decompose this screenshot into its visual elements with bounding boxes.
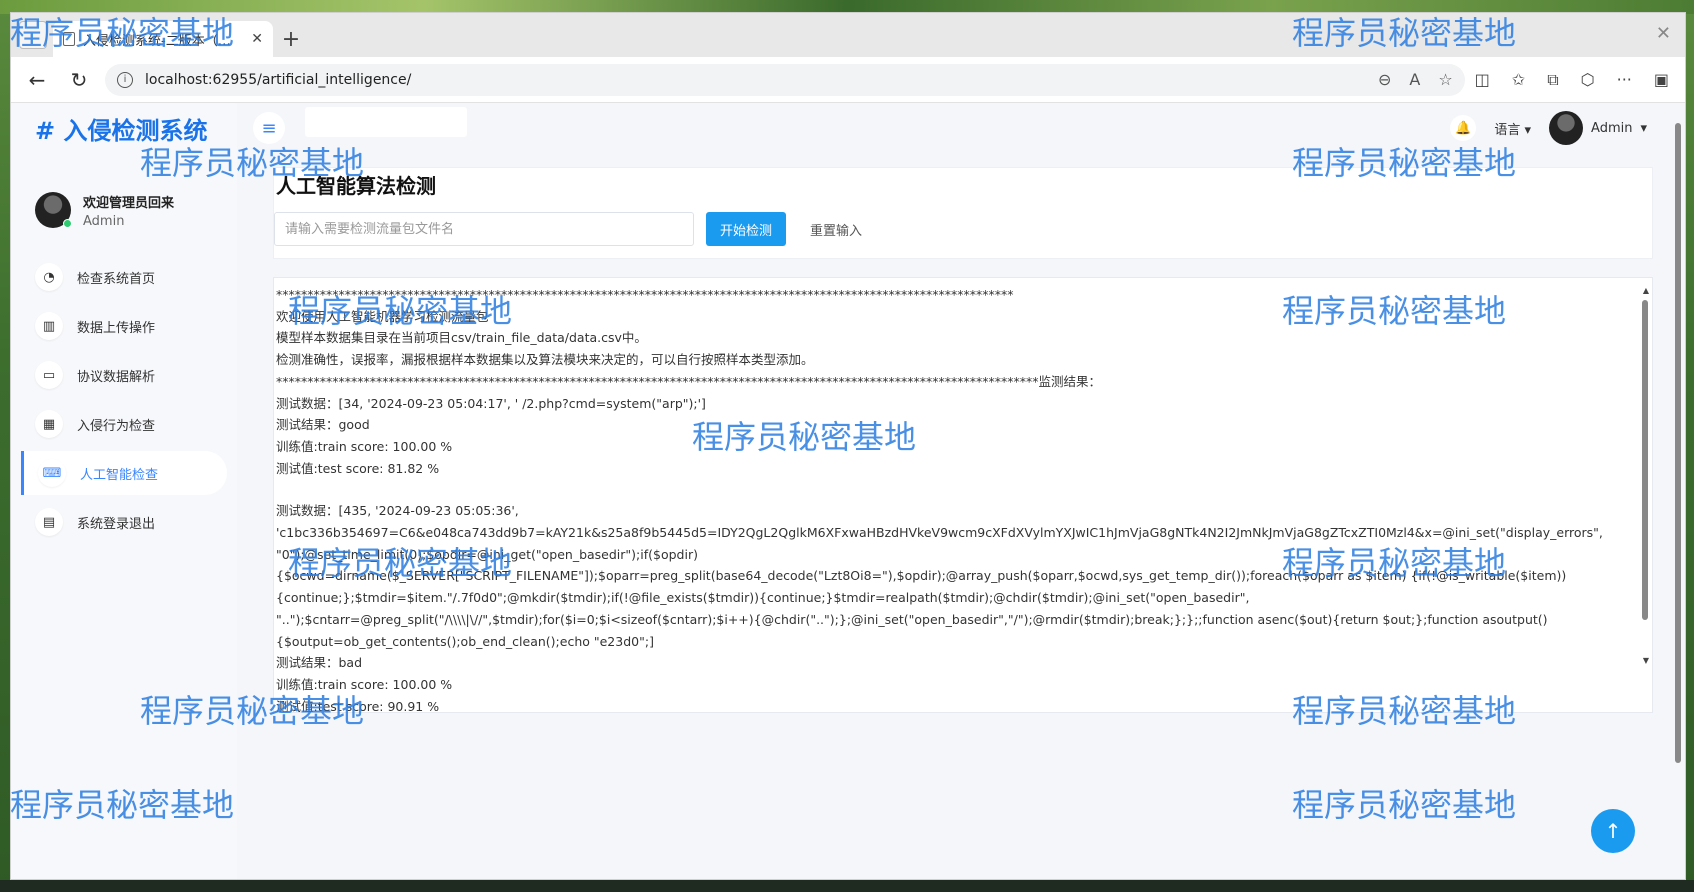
online-status-icon — [63, 219, 72, 228]
result-line: 训练值:train score: 100.00 % — [276, 676, 453, 692]
page-title: 人工智能算法检测 — [276, 174, 436, 198]
back-to-top-button[interactable]: ↑ — [1591, 809, 1635, 853]
browser-window: 入侵检测系统-二版本（支持加密） ✕ + ✕ ← ↻ i localhost:6… — [10, 12, 1686, 880]
favorites-icon[interactable]: ✩ — [1512, 70, 1525, 90]
sidebar-item-logout[interactable]: ▤ 系统登录退出 — [21, 500, 227, 544]
reload-button[interactable]: ↻ — [63, 64, 95, 96]
sidebar: # 入侵检测系统 欢迎管理员回来 Admin ◔ 检查系统首页 ▥ 数据上传操作 — [11, 103, 237, 879]
result-line: "0");@set_time_limit(0);$opdir=@ini_get(… — [276, 546, 698, 562]
result-output[interactable]: ****************************************… — [273, 277, 1653, 713]
tab-title: 入侵检测系统-二版本（支持加密） — [83, 33, 244, 49]
page-icon — [63, 32, 75, 46]
result-line: 测试结果：good — [276, 417, 370, 433]
result-line: 检测准确性，误报率，漏报根据样本数据集以及算法模块来决定的，可以自行按照样本类型… — [276, 352, 814, 368]
sidebar-menu: ◔ 检查系统首页 ▥ 数据上传操作 ▭ 协议数据解析 ▦ 入侵行为检查 ⌨ 人工… — [11, 255, 237, 544]
split-screen-icon[interactable]: ◫ — [1475, 70, 1490, 90]
sidebar-item-label: 入侵行为检查 — [77, 418, 156, 434]
back-button[interactable]: ← — [21, 64, 53, 96]
favorite-star-icon[interactable]: ☆ — [1438, 70, 1452, 89]
avatar — [35, 192, 72, 228]
file-icon: ▤ — [35, 508, 63, 536]
sidebar-item-label: 协议数据解析 — [77, 369, 156, 385]
result-line: 测试值:test score: 90.91 % — [276, 698, 440, 713]
welcome-text: 欢迎管理员回来 — [83, 195, 175, 211]
grid-icon: ▦ — [35, 410, 63, 438]
url-box[interactable]: i localhost:62955/artificial_intelligenc… — [105, 63, 1465, 96]
header-search-input[interactable] — [305, 107, 467, 137]
role-text: Admin — [83, 213, 125, 229]
zoom-icon[interactable]: ⊖ — [1378, 70, 1391, 89]
brand-title[interactable]: # 入侵检测系统 — [11, 103, 237, 153]
new-tab-button[interactable]: + — [273, 21, 309, 57]
sidebar-item-label: 数据上传操作 — [77, 320, 156, 336]
read-aloud-icon[interactable]: A — [1409, 70, 1420, 89]
file-name-input[interactable] — [274, 212, 694, 246]
page-scroll-thumb[interactable] — [1675, 123, 1681, 763]
result-line: 测试结果：bad — [276, 655, 363, 671]
result-line: 测试数据：[435, '2024-09-23 05:05:36', — [276, 503, 519, 519]
result-line: 测试值:test score: 81.82 % — [276, 460, 440, 476]
url-text[interactable]: localhost:62955/artificial_intelligence/ — [145, 72, 1366, 88]
sidebar-item-home[interactable]: ◔ 检查系统首页 — [21, 255, 227, 299]
page-scrollbar[interactable] — [1673, 109, 1683, 869]
detection-panel: 人工智能算法检测 开始检测 重置输入 — [273, 167, 1653, 259]
sidebar-item-label: 人工智能检查 — [80, 467, 159, 483]
close-tab-icon[interactable]: ✕ — [251, 31, 263, 47]
sidebar-item-protocol[interactable]: ▭ 协议数据解析 — [21, 353, 227, 397]
hamburger-menu-icon[interactable]: ≡ — [253, 112, 285, 144]
scroll-up-icon[interactable]: ▲ — [1643, 280, 1649, 302]
window-close-icon[interactable]: ✕ — [1656, 23, 1671, 44]
result-line: ****************************************… — [276, 373, 1102, 389]
sidebar-item-ai[interactable]: ⌨ 人工智能检查 — [21, 451, 227, 495]
scroll-down-icon[interactable]: ▼ — [1643, 650, 1649, 672]
result-line: {$output=ob_get_contents();ob_end_clean(… — [276, 633, 654, 649]
sidebar-item-label: 系统登录退出 — [77, 516, 156, 532]
user-dropdown[interactable]: Admin ▾ — [1549, 111, 1647, 145]
result-line: "..");$cntarr=@preg_split("/\\\\|\//",$t… — [276, 611, 1548, 627]
chevron-down-icon: ▾ — [1640, 120, 1647, 136]
main-content: 人工智能算法检测 开始检测 重置输入 *********************… — [273, 167, 1653, 713]
result-line: 欢迎使用人工智能机器学习检测流量包 — [276, 308, 489, 324]
result-line: 训练值:train score: 100.00 % — [276, 438, 453, 454]
user-name: Admin — [1591, 120, 1633, 136]
taskbar — [0, 880, 1694, 892]
sidebar-item-upload[interactable]: ▥ 数据上传操作 — [21, 304, 227, 348]
sidebar-item-intrusion[interactable]: ▦ 入侵行为检查 — [21, 402, 227, 446]
result-line — [276, 479, 1626, 500]
tab-actions-button[interactable] — [19, 21, 47, 49]
laptop-icon: ▭ — [35, 361, 63, 389]
result-line: {$ocwd=dirname($_SERVER["SCRIPT_FILENAME… — [276, 568, 1567, 584]
result-line: 测试数据：[34, '2024-09-23 05:04:17', ' /2.ph… — [276, 395, 706, 411]
sidebar-item-label: 检查系统首页 — [77, 271, 156, 287]
bar-chart-icon: ▥ — [35, 312, 63, 340]
chevron-down-icon: ▾ — [1524, 122, 1532, 138]
language-dropdown[interactable]: 语言 ▾ — [1494, 119, 1531, 138]
result-line: {continue;};$tmdir=$item."/.7f0d0";@mkdi… — [276, 590, 1250, 606]
browser-tab[interactable]: 入侵检测系统-二版本（支持加密） ✕ — [53, 21, 273, 57]
sidebar-toggle-icon[interactable]: ▣ — [1654, 70, 1669, 90]
dashboard-icon: ◔ — [35, 263, 63, 291]
bell-icon[interactable]: 🔔 — [1450, 115, 1477, 141]
keyboard-icon: ⌨ — [38, 459, 66, 487]
more-menu-icon[interactable]: ··· — [1617, 70, 1632, 90]
extensions-icon[interactable]: ⬡ — [1581, 70, 1595, 90]
page: # 入侵检测系统 欢迎管理员回来 Admin ◔ 检查系统首页 ▥ 数据上传操作 — [11, 103, 1685, 879]
site-info-icon[interactable]: i — [117, 71, 133, 88]
address-bar: ← ↻ i localhost:62955/artificial_intelli… — [11, 57, 1685, 103]
result-line: 'c1bc336b354697=C6&e048ca743dd9b7=kAY21k… — [276, 525, 1603, 541]
tab-bar: 入侵检测系统-二版本（支持加密） ✕ + ✕ — [11, 13, 1685, 57]
reset-input-button[interactable]: 重置输入 — [798, 220, 874, 239]
profile: 欢迎管理员回来 Admin — [11, 153, 237, 249]
start-detection-button[interactable]: 开始检测 — [706, 212, 786, 246]
avatar — [1549, 111, 1584, 145]
language-label: 语言 — [1494, 122, 1521, 138]
collections-icon[interactable]: ⧉ — [1547, 70, 1558, 90]
result-line: 模型样本数据集目录在当前项目csv/train_file_data/data.c… — [276, 330, 647, 346]
result-line: ****************************************… — [276, 287, 1014, 302]
top-bar: ≡ 🔔 语言 ▾ Admin ▾ — [237, 103, 1667, 153]
result-scrollbar[interactable] — [1642, 300, 1648, 620]
